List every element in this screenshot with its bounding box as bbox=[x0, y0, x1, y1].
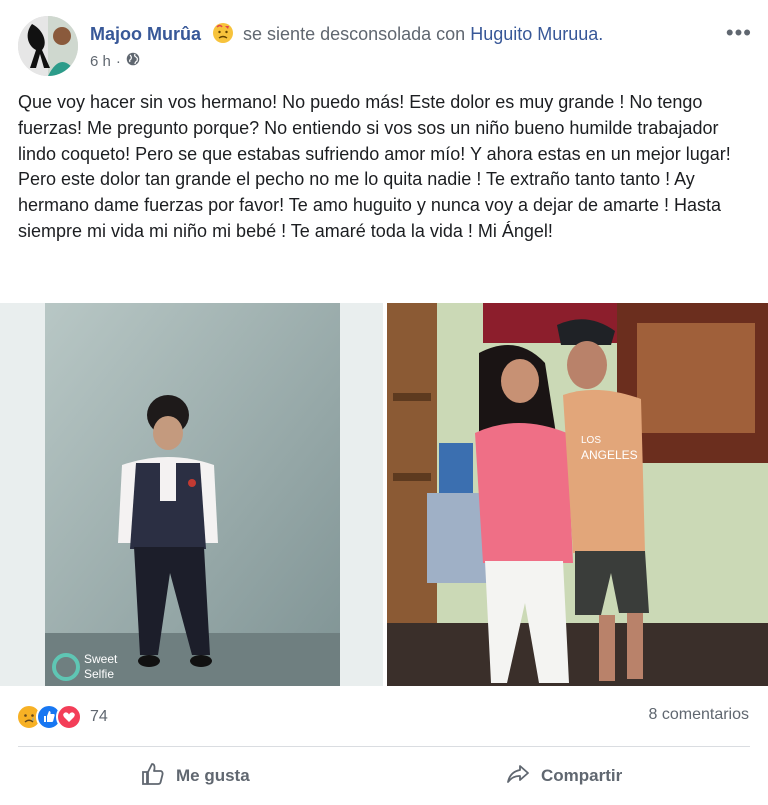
post-header: Majoo Murûa se siente desconsolada con H… bbox=[18, 16, 758, 80]
more-options-button[interactable]: ••• bbox=[726, 20, 752, 46]
actions-divider bbox=[18, 746, 750, 747]
photo-grid: Sweet Selfie LOS ANGELES bbox=[0, 303, 768, 686]
feeling-text: se siente desconsolada con bbox=[243, 24, 466, 44]
reaction-count: 74 bbox=[90, 708, 108, 725]
thumbs-up-icon bbox=[140, 761, 166, 792]
photo-siblings[interactable]: LOS ANGELES bbox=[387, 303, 768, 686]
share-button[interactable]: Compartir bbox=[505, 752, 622, 800]
reactions-summary[interactable]: 74 bbox=[16, 704, 108, 730]
post-headline: Majoo Murûa se siente desconsolada con H… bbox=[90, 22, 603, 45]
love-reaction-icon bbox=[56, 704, 82, 730]
shirt-text-los: LOS bbox=[581, 435, 601, 446]
tagged-person[interactable]: Huguito Muruua. bbox=[470, 24, 603, 44]
post-meta: 6 h · bbox=[90, 52, 140, 70]
separator-dot: · bbox=[115, 52, 121, 70]
like-label: Me gusta bbox=[176, 766, 250, 785]
reaction-icons bbox=[16, 704, 82, 730]
globe-icon[interactable] bbox=[126, 52, 140, 70]
facebook-post: Majoo Murûa se siente desconsolada con H… bbox=[0, 0, 768, 805]
author-avatar[interactable] bbox=[18, 16, 78, 76]
author-name[interactable]: Majoo Murûa bbox=[90, 24, 201, 44]
photo-boy-suit[interactable]: Sweet Selfie bbox=[0, 303, 383, 686]
shirt-text-angeles: ANGELES bbox=[581, 448, 638, 462]
share-arrow-icon bbox=[505, 761, 531, 792]
post-actions-bar: Me gusta Compartir bbox=[0, 752, 768, 800]
sweet-selfie-watermark-1: Sweet bbox=[84, 652, 118, 666]
like-button[interactable]: Me gusta bbox=[140, 752, 250, 800]
comments-count-link[interactable]: 8 comentarios bbox=[649, 706, 750, 724]
sad-face-emoji-icon bbox=[212, 22, 234, 44]
post-timestamp[interactable]: 6 h bbox=[90, 53, 111, 70]
share-label: Compartir bbox=[541, 766, 623, 785]
post-body-text: Que voy hacer sin vos hermano! No puedo … bbox=[18, 92, 731, 241]
sweet-selfie-watermark-2: Selfie bbox=[84, 667, 114, 681]
